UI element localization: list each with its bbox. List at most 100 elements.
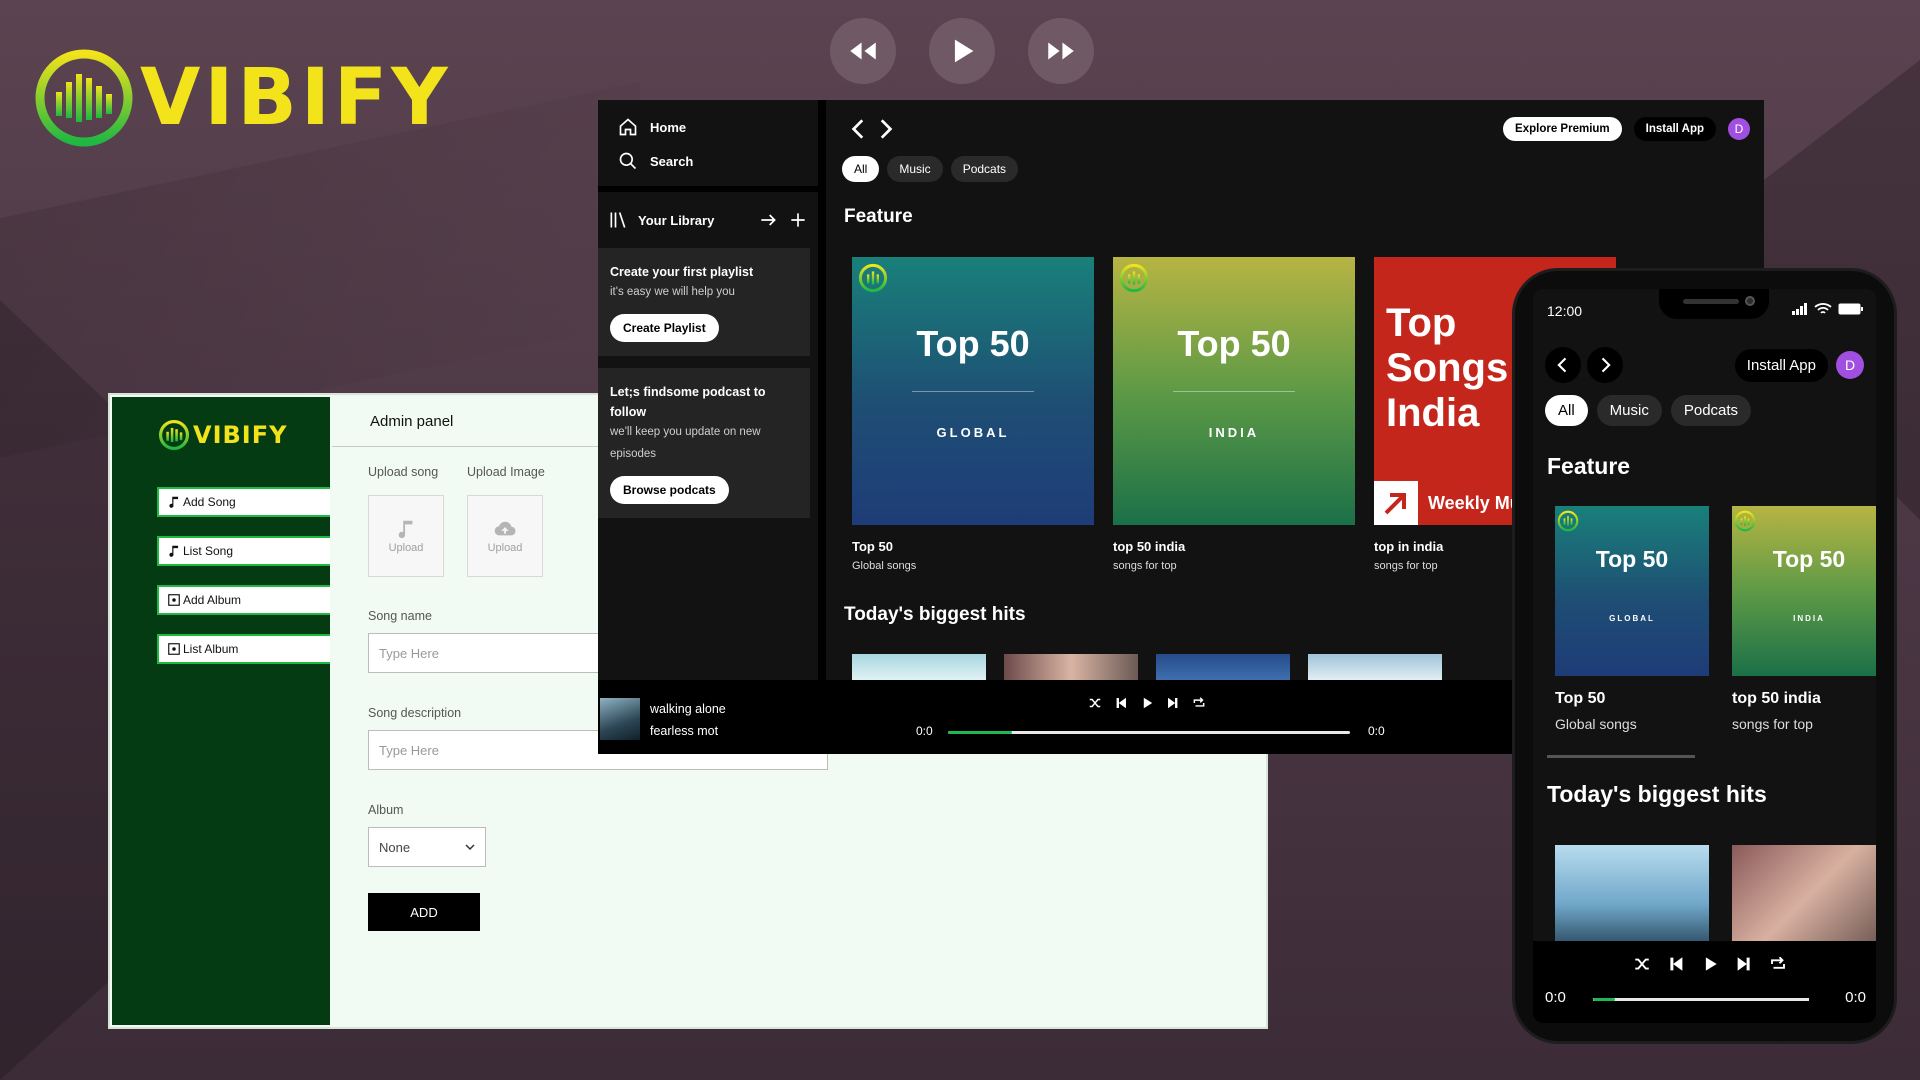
chip-music[interactable]: Music [887, 156, 943, 182]
desktop-sidebar: Home Search Your Library Create your fir… [598, 100, 818, 680]
phone-notch [1659, 289, 1769, 319]
previous-icon[interactable] [1667, 955, 1685, 973]
playlist-cover: Top 50 INDIA [1732, 506, 1876, 676]
card-desc: Global songs [852, 560, 917, 572]
hit-thumbnail[interactable] [1308, 654, 1442, 680]
feature-card[interactable]: Top 50 GLOBAL Top 50 Global songs [852, 257, 1094, 572]
seek-bar-fill [948, 731, 1013, 734]
time-total: 0:0 [1368, 724, 1385, 738]
hit-thumbnail[interactable] [1732, 845, 1876, 945]
nav-home[interactable]: Home [618, 110, 798, 144]
install-app-button[interactable]: Install App [1633, 117, 1716, 141]
feature-card[interactable]: Top 50 GLOBAL Top 50 Global songs [1555, 506, 1709, 732]
now-playing-artist: fearless mot [650, 724, 719, 738]
cloud-upload-icon [494, 521, 516, 536]
album-icon [168, 594, 180, 606]
next-icon[interactable] [1166, 696, 1180, 710]
nav-search-label: Search [650, 153, 694, 169]
shuffle-icon[interactable] [1633, 955, 1651, 973]
install-app-button[interactable]: Install App [1734, 348, 1828, 382]
home-icon [619, 118, 637, 136]
shuffle-icon[interactable] [1088, 696, 1102, 710]
chevron-right-icon [1601, 357, 1611, 373]
list-album-button[interactable]: List Album [157, 634, 330, 664]
card-heading: Create your first playlist [610, 265, 754, 279]
list-song-button[interactable]: List Song [157, 536, 330, 566]
chevron-left-icon[interactable] [846, 116, 872, 142]
forward-button[interactable] [1587, 347, 1623, 383]
album-icon [168, 643, 180, 655]
seek-bar[interactable] [948, 731, 1350, 734]
add-song-button[interactable]: Add Song [157, 487, 330, 517]
cover-subtitle: INDIA [1208, 425, 1260, 440]
song-description-label: Song description [368, 706, 462, 720]
arrow-right-icon[interactable] [758, 210, 778, 230]
top-playback-controls [830, 18, 1094, 84]
previous-icon[interactable] [1114, 696, 1128, 710]
fast-forward-button[interactable] [1028, 18, 1094, 84]
feature-card[interactable]: Top 50 INDIA top 50 india songs for top [1113, 257, 1355, 572]
seek-bar[interactable] [1593, 998, 1809, 1001]
chevron-right-icon[interactable] [872, 116, 898, 142]
create-playlist-button[interactable]: Create Playlist [610, 313, 719, 342]
add-album-button[interactable]: Add Album [157, 585, 330, 615]
play-button[interactable] [929, 18, 995, 84]
repeat-icon[interactable] [1769, 955, 1787, 973]
menu-label: List Song [183, 544, 234, 558]
chip-all[interactable]: All [1545, 395, 1588, 426]
nav-search[interactable]: Search [618, 144, 798, 178]
hit-thumbnail[interactable] [1004, 654, 1138, 680]
time-current: 0:0 [916, 724, 933, 738]
avatar[interactable]: D [1836, 351, 1864, 379]
plus-icon[interactable] [788, 210, 808, 230]
library-title[interactable]: Your Library [638, 213, 748, 228]
album-select[interactable]: None [368, 827, 486, 867]
card-sub: it's easy we will help you [610, 286, 735, 298]
vibify-logo-icon [1557, 510, 1579, 532]
rewind-button[interactable] [830, 18, 896, 84]
cover-title: Top 50 [1595, 546, 1669, 572]
cover-title: Top Songs India [1386, 301, 1509, 435]
play-icon[interactable] [1140, 696, 1154, 710]
card-title: Top 50 [852, 539, 893, 554]
signal-icon [1792, 303, 1807, 315]
back-button[interactable] [1545, 347, 1581, 383]
now-playing-bar: 0:0 0:0 [1533, 941, 1876, 1023]
chip-all[interactable]: All [842, 156, 880, 182]
chip-podcasts[interactable]: Podcats [950, 156, 1019, 182]
playlist-cover: Top 50 GLOBAL [1555, 506, 1709, 676]
explore-premium-button[interactable]: Explore Premium [1503, 117, 1622, 141]
library-icon [610, 212, 626, 228]
chip-podcasts[interactable]: Podcats [1670, 395, 1752, 426]
upload-image-box[interactable]: Upload [467, 495, 543, 577]
play-icon[interactable] [1701, 955, 1719, 973]
vibify-logo-icon [858, 263, 888, 293]
playlist-cover: Top 50 INDIA [1113, 257, 1355, 525]
browse-podcasts-button[interactable]: Browse podcats [610, 475, 729, 504]
upload-song-box[interactable]: Upload [368, 495, 444, 577]
chip-music[interactable]: Music [1596, 395, 1662, 426]
now-playing-title: walking alone [650, 702, 726, 716]
nav-panel: Home Search [598, 100, 818, 186]
cover-subtitle: Weekly Mu [1428, 493, 1521, 513]
song-name-label: Song name [368, 609, 432, 623]
filter-chips: All Music Podcats [842, 156, 1019, 182]
feature-card[interactable]: Top 50 INDIA top 50 india songs for top [1732, 506, 1876, 732]
repeat-icon[interactable] [1192, 696, 1206, 710]
playlist-cover: Top 50 GLOBAL [852, 257, 1094, 525]
card-title: top 50 india [1732, 690, 1821, 707]
add-button[interactable]: ADD [368, 893, 480, 931]
avatar[interactable]: D [1728, 118, 1750, 140]
hit-thumbnail[interactable] [1156, 654, 1290, 680]
hit-thumbnail[interactable] [852, 654, 986, 680]
album-label: Album [368, 803, 404, 817]
music-note-icon [169, 496, 179, 508]
podcast-card: Let;s findsome podcast to follow we'll k… [598, 367, 810, 518]
brand-logo: VIBIFY [34, 48, 452, 148]
menu-label: Add Song [183, 495, 236, 509]
wifi-icon [1814, 303, 1832, 314]
cover-title: Top 50 [1177, 323, 1291, 364]
hit-thumbnail[interactable] [1555, 845, 1709, 945]
scroll-indicator[interactable] [1547, 755, 1695, 758]
next-icon[interactable] [1735, 955, 1753, 973]
